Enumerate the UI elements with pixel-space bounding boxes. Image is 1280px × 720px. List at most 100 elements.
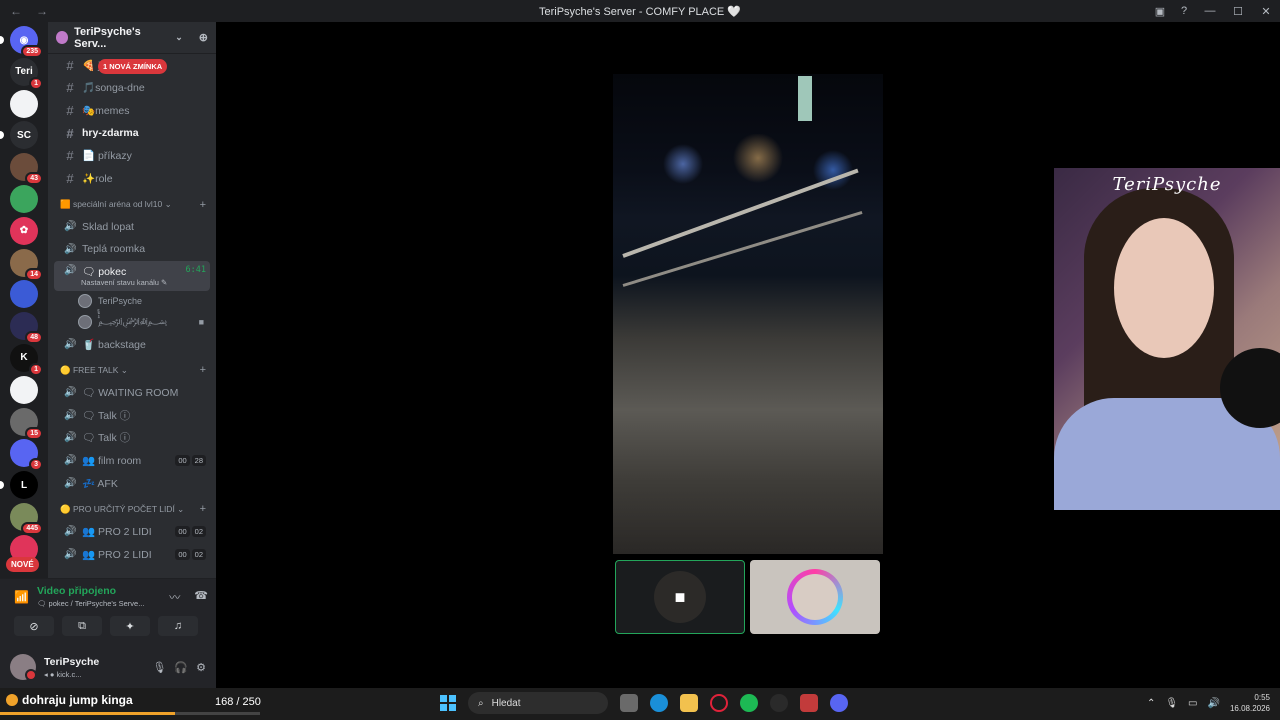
channel-name: 🎭memes xyxy=(82,104,130,117)
channel-status[interactable]: Nastavení stavu kanálu ✎ xyxy=(81,278,167,287)
taskbar-search[interactable]: ⌕ Hledat xyxy=(468,692,608,714)
voice-channel[interactable]: 🔊 Teplá roomka xyxy=(54,238,210,261)
voice-channel[interactable]: 🔊 👥 film room 00 28 xyxy=(54,449,210,472)
file-manager-icon[interactable] xyxy=(620,694,638,712)
speaker-icon: 🔊 xyxy=(64,243,77,255)
voice-channel[interactable]: 🔊 🗨 Talk ⓘ xyxy=(54,404,210,427)
add-channel-icon[interactable]: + xyxy=(200,199,206,211)
unread-badge: 1 xyxy=(29,362,43,376)
channel-name: 📄 příkazy xyxy=(82,150,132,163)
spotify-icon[interactable] xyxy=(740,694,758,712)
text-channel[interactable]: # 📄 příkazy xyxy=(54,144,210,167)
disconnect-icon[interactable]: ☎ xyxy=(194,589,208,605)
count-pill: 02 xyxy=(191,526,206,538)
discord-icon[interactable] xyxy=(830,694,848,712)
participant-tile-avatar[interactable] xyxy=(750,560,880,634)
headset-icon[interactable]: 🎧 xyxy=(174,661,188,674)
server-header[interactable]: TeriPsyche's Serv... ⌄ ⊕ xyxy=(48,22,216,54)
signal-icon[interactable]: 📶 xyxy=(14,590,29,604)
unread-badge: 3 xyxy=(29,458,43,472)
server-icon[interactable] xyxy=(10,89,38,118)
minimize-button[interactable]: — xyxy=(1196,5,1224,17)
camera-off-button[interactable]: ⊘ xyxy=(14,616,54,636)
add-channel-icon[interactable]: + xyxy=(200,503,206,515)
category-header[interactable]: 🟡 PRO URČITÝ POČET LIDÍ ⌄ + xyxy=(48,498,216,520)
server-icon[interactable]: K1 xyxy=(10,343,43,376)
steam-icon[interactable] xyxy=(770,694,788,712)
voice-location[interactable]: 🗨 pokec / TeriPsyche's Serve... xyxy=(37,599,145,608)
microphone-icon[interactable]: 🎙 xyxy=(152,661,166,674)
voice-channel[interactable]: 🔊 💤 AFK xyxy=(54,472,210,495)
voice-channel[interactable]: 🔊 Sklad lopat xyxy=(54,216,210,239)
voice-channel[interactable]: 🔊 👥 PRO 2 LIDI 00 02 xyxy=(54,520,210,543)
opera-icon[interactable] xyxy=(710,694,728,712)
inbox-icon[interactable]: ▣ xyxy=(1148,5,1172,18)
windows-start-icon[interactable] xyxy=(440,695,456,711)
server-icon[interactable]: 445 xyxy=(10,502,43,535)
server-icon[interactable]: ◉ 235 xyxy=(0,26,43,58)
video-app-icon[interactable] xyxy=(800,694,818,712)
volume-icon[interactable]: 🔊 xyxy=(1208,698,1220,709)
folder-icon[interactable] xyxy=(680,694,698,712)
channel-name: 💤 AFK xyxy=(82,477,118,490)
participant-tile-camera[interactable]: ■ xyxy=(615,560,745,634)
screen-share-button[interactable]: ⧉ xyxy=(62,616,102,636)
activities-button[interactable]: ✦ xyxy=(110,616,150,636)
settings-icon[interactable]: ⚙ xyxy=(196,661,206,674)
goal-text: dohraju jump kinga xyxy=(22,693,133,707)
search-icon: ⌕ xyxy=(478,697,484,709)
maximize-button[interactable]: ☐ xyxy=(1224,5,1252,18)
server-icon[interactable]: ✿ xyxy=(10,216,38,245)
server-icon[interactable]: SC xyxy=(0,121,38,150)
channel-name: 👥 film room xyxy=(82,454,142,467)
video-camera-icon: ■ xyxy=(654,571,706,623)
category-header[interactable]: 🟡 FREE TALK ⌄ + xyxy=(48,359,216,381)
new-badge[interactable]: NOVÉ xyxy=(6,557,39,572)
edge-icon[interactable] xyxy=(650,694,668,712)
text-channel[interactable]: # 🎵songa-dne xyxy=(54,77,210,100)
server-icon[interactable] xyxy=(10,375,38,404)
chevron-up-icon[interactable]: ⌃ xyxy=(1147,698,1155,709)
add-member-icon[interactable]: ⊕ xyxy=(199,31,208,44)
voice-channel-active[interactable]: 🔊 🗨 pokec 6:41 Nastavení stavu kanálu ✎ xyxy=(54,260,210,291)
voice-user[interactable]: ﷽ٌٌّ٘ٔ ■ xyxy=(48,312,216,333)
voice-channel-backstage[interactable]: 🔊 🥤 backstage xyxy=(54,333,210,356)
text-channel[interactable]: # hry-zdarma xyxy=(54,122,210,145)
tower xyxy=(798,76,812,121)
server-icon[interactable]: 14 xyxy=(10,248,43,281)
channel-name: 🗨 WAITING ROOM xyxy=(82,387,179,400)
avatar[interactable] xyxy=(10,654,37,681)
help-icon[interactable]: ? xyxy=(1172,5,1196,17)
microphone-icon[interactable]: 🎙 xyxy=(1165,698,1178,709)
avatar xyxy=(78,294,92,309)
add-channel-icon[interactable]: + xyxy=(200,364,206,376)
chevron-down-icon[interactable]: ⌄ xyxy=(175,32,183,43)
voice-channel[interactable]: 🔊 🗨 WAITING ROOM xyxy=(54,381,210,404)
main-video-stream[interactable] xyxy=(613,74,883,554)
server-icon[interactable]: L xyxy=(0,471,38,500)
monitor-icon[interactable]: ▭ xyxy=(1188,698,1197,709)
close-button[interactable]: ✕ xyxy=(1252,5,1280,18)
hash-icon: # xyxy=(66,125,74,141)
server-icon[interactable]: 48 xyxy=(10,312,43,345)
voice-channel[interactable]: 🔊 👥 PRO 2 LIDI 00 02 xyxy=(54,543,210,566)
server-icon[interactable]: 15 xyxy=(10,407,43,440)
server-icon[interactable]: Teri 1 xyxy=(10,57,43,90)
server-icon[interactable] xyxy=(10,184,38,213)
video-camera-icon: ■ xyxy=(198,317,204,328)
text-channel[interactable]: # ✨role xyxy=(54,167,210,190)
clock[interactable]: 0:55 16.08.2026 xyxy=(1230,692,1270,714)
server-icon[interactable]: 3 xyxy=(10,439,43,472)
voice-channel[interactable]: 🔊 🗨 Talk ⓘ xyxy=(54,427,210,450)
server-icon[interactable] xyxy=(10,280,38,309)
mention-badge[interactable]: 1 NOVÁ ZMÍNKA xyxy=(98,59,168,74)
voice-user[interactable]: TeriPsyche xyxy=(48,291,216,312)
server-icon[interactable]: 43 xyxy=(10,153,43,186)
speaker-icon: 🔊 xyxy=(64,432,77,444)
category-header[interactable]: 🟧 speciální aréna od lvl10 ⌄ + xyxy=(48,194,216,216)
soundboard-button[interactable]: ♫ xyxy=(158,616,198,636)
channel-name: ✨role xyxy=(82,172,113,185)
noise-suppression-icon[interactable]: 〰 xyxy=(169,589,180,605)
count-pill: 00 xyxy=(175,454,190,466)
text-channel[interactable]: # 🎭memes xyxy=(54,99,210,122)
